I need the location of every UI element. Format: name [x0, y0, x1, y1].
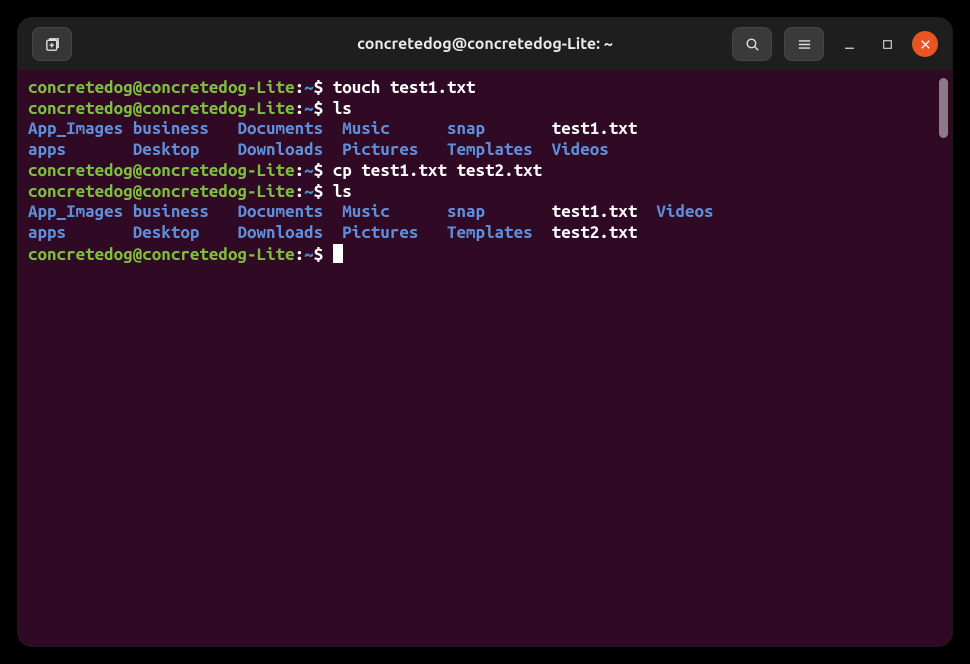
scrollbar-thumb[interactable] [939, 78, 948, 138]
ls-entry: Templates [447, 140, 552, 161]
ls-output-row: App_Images business Documents Music snap… [28, 119, 946, 140]
window-title: concretedog@concretedog-Lite: ~ [357, 35, 613, 53]
ls-entry: Documents [237, 202, 342, 223]
ls-entry: apps [28, 140, 133, 161]
ls-entry: Pictures [342, 223, 447, 244]
menu-button[interactable] [784, 27, 824, 61]
ls-entry: Desktop [133, 140, 238, 161]
titlebar: concretedog@concretedog-Lite: ~ [18, 18, 952, 70]
prompt-path: ~ [304, 78, 314, 97]
new-tab-button[interactable] [32, 27, 72, 61]
ls-entry: App_Images [28, 119, 133, 140]
command-text: ls [333, 182, 352, 201]
ls-entry: Music [342, 202, 447, 223]
ls-entry: apps [28, 223, 133, 244]
ls-entry: test1.txt [552, 119, 638, 140]
ls-entry: Downloads [237, 140, 342, 161]
minimize-button[interactable] [836, 31, 862, 57]
ls-entry: Videos [656, 202, 713, 223]
terminal-line: concretedog@concretedog-Lite:~$ ls [28, 99, 946, 120]
ls-entry: snap [447, 119, 552, 140]
terminal-line: concretedog@concretedog-Lite:~$ touch te… [28, 78, 946, 99]
titlebar-right [732, 27, 938, 61]
cursor [333, 244, 343, 263]
ls-output-row: apps Desktop Downloads Pictures Template… [28, 223, 946, 244]
terminal-line: concretedog@concretedog-Lite:~$ cp test1… [28, 161, 946, 182]
command-text: ls [333, 99, 352, 118]
ls-entry: snap [447, 202, 552, 223]
terminal-line: concretedog@concretedog-Lite:~$ ls [28, 182, 946, 203]
close-button[interactable] [912, 31, 938, 57]
terminal-window: concretedog@concretedog-Lite: ~ [18, 18, 952, 646]
prompt-symbol: $ [314, 78, 324, 97]
ls-entry: Downloads [237, 223, 342, 244]
terminal-viewport[interactable]: concretedog@concretedog-Lite:~$ touch te… [18, 70, 952, 646]
ls-entry: App_Images [28, 202, 133, 223]
command-text: cp test1.txt test2.txt [333, 161, 542, 180]
ls-entry: Templates [447, 223, 552, 244]
ls-entry: Pictures [342, 140, 447, 161]
prompt-host: concretedog-Lite [142, 78, 294, 97]
search-button[interactable] [732, 27, 772, 61]
ls-entry: test2.txt [552, 223, 638, 244]
ls-output-row: apps Desktop Downloads Pictures Template… [28, 140, 946, 161]
prompt-user: concretedog [28, 78, 133, 97]
ls-entry: Videos [552, 140, 609, 161]
ls-entry: business [133, 202, 238, 223]
ls-output-row: App_Images business Documents Music snap… [28, 202, 946, 223]
terminal-line-active: concretedog@concretedog-Lite:~$ [28, 244, 946, 266]
ls-entry: Documents [237, 119, 342, 140]
ls-entry: Music [342, 119, 447, 140]
ls-entry: business [133, 119, 238, 140]
ls-entry: test1.txt [552, 202, 657, 223]
command-text: touch test1.txt [333, 78, 476, 97]
maximize-button[interactable] [874, 31, 900, 57]
ls-entry: Desktop [133, 223, 238, 244]
